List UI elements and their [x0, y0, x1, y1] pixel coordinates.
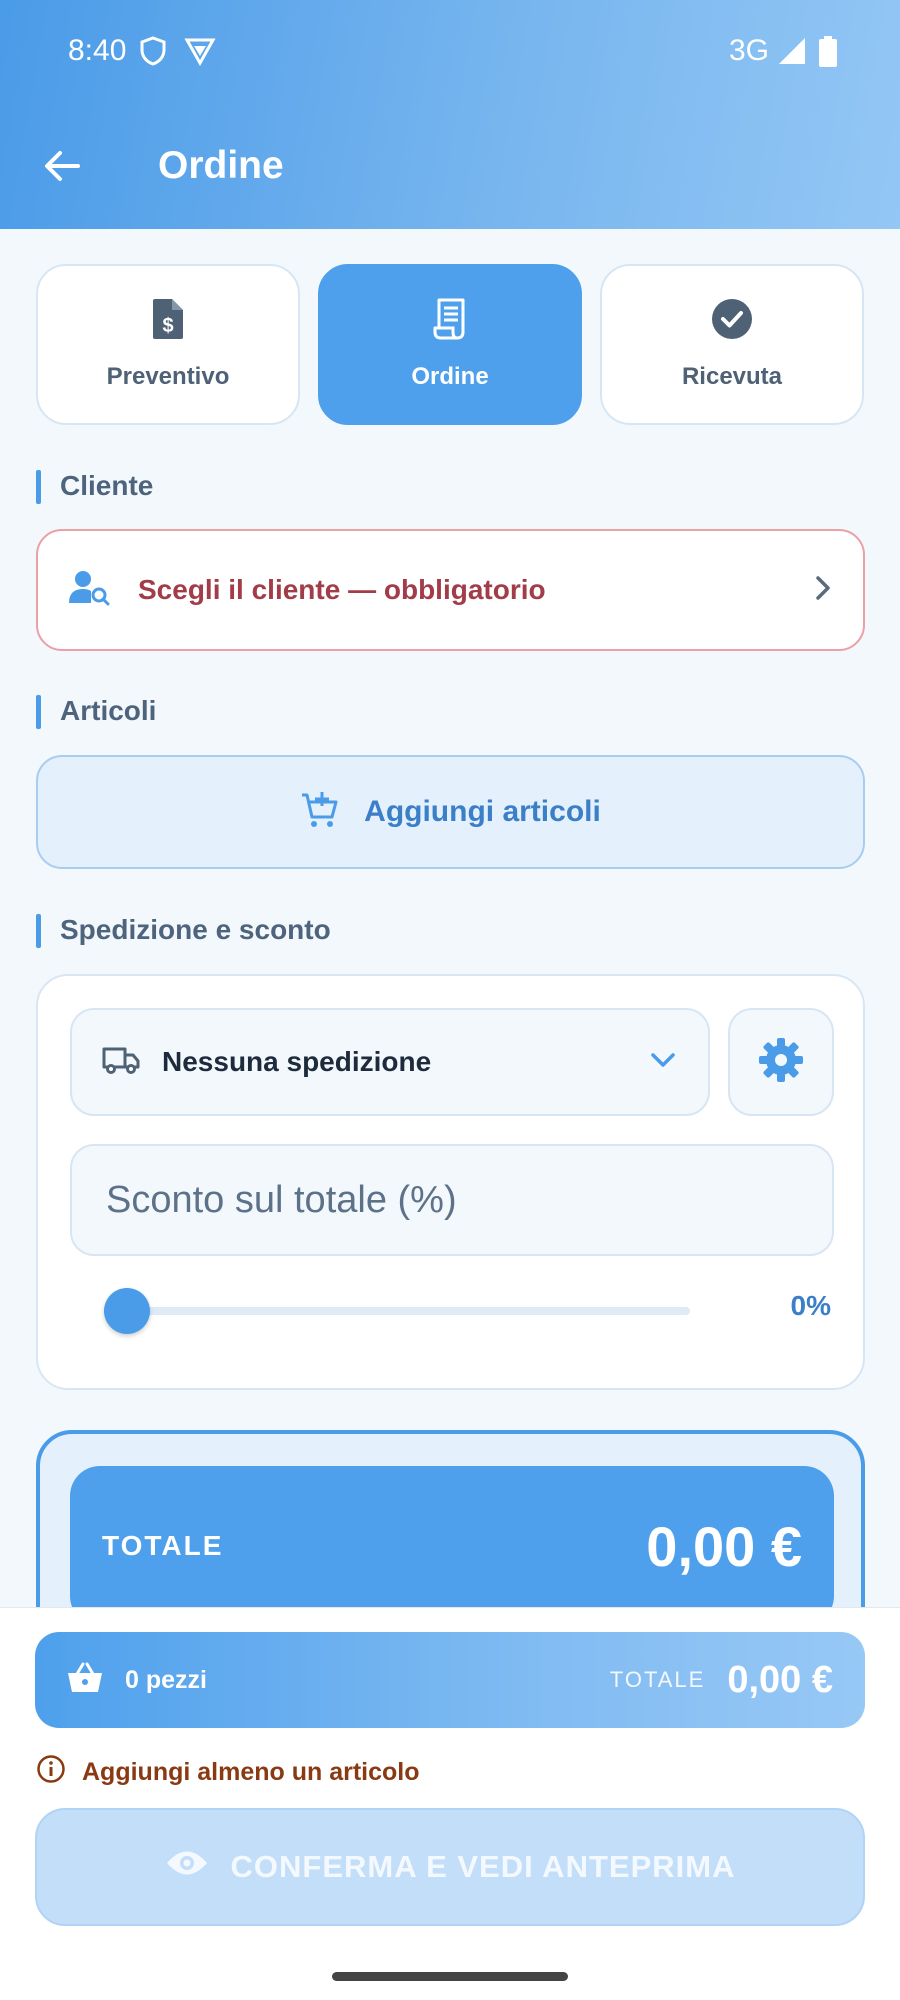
discount-slider[interactable] — [104, 1288, 690, 1334]
slider-track — [104, 1307, 690, 1315]
shipping-selected-value: Nessuna spedizione — [162, 1046, 432, 1077]
app-header: 8:40 3G Ordine — [0, 0, 900, 229]
shipping-card: Nessuna spedizione Sconto sul totale (%)… — [36, 974, 865, 1390]
tab-label: Ricevuta — [681, 363, 783, 390]
choose-client-button[interactable]: Scegli il cliente — obbligatorio — [36, 529, 865, 651]
info-icon — [36, 1754, 66, 1791]
shipping-settings-button[interactable] — [728, 1008, 834, 1116]
summary-total-value: 0,00 € — [727, 1658, 833, 1701]
add-articles-label: Aggiungi articoli — [364, 795, 601, 828]
tab-ricevuta[interactable]: Ricevuta — [600, 264, 864, 425]
discount-value: 0% — [790, 1290, 831, 1321]
chevron-down-icon — [648, 1050, 678, 1075]
signal-icon — [777, 36, 807, 71]
page-title: Ordine — [158, 144, 284, 187]
summary-total-label: TOTALE — [609, 1667, 706, 1692]
confirm-preview-button[interactable]: CONFERMA E VEDI ANTEPRIMA — [35, 1808, 865, 1926]
tab-label: Ordine — [411, 363, 489, 390]
svg-text:$: $ — [162, 315, 173, 337]
person-search-icon — [68, 569, 110, 612]
add-cart-icon — [300, 790, 340, 835]
total-panel: TOTALE 0,00 € — [70, 1466, 834, 1626]
tab-preventivo[interactable]: $ Preventivo — [36, 264, 300, 425]
section-title-spedizione: Spedizione e sconto — [36, 914, 331, 948]
total-value: 0,00 € — [646, 1514, 802, 1578]
section-title-cliente: Cliente — [36, 470, 153, 504]
slider-thumb[interactable] — [104, 1288, 150, 1334]
bottom-summary: 0 pezzi TOTALE 0,00 € Aggiungi almeno un… — [0, 1607, 900, 2000]
document-dollar-icon: $ — [150, 298, 186, 345]
home-indicator — [332, 1972, 568, 1981]
choose-client-label: Scegli il cliente — obbligatorio — [138, 574, 546, 605]
section-title-articoli: Articoli — [36, 695, 156, 729]
truck-icon — [102, 1045, 140, 1080]
receipt-icon — [432, 298, 468, 345]
shield-icon — [139, 36, 167, 71]
check-circle-icon — [711, 298, 753, 345]
status-time: 8:40 — [68, 34, 127, 67]
pieces-count: 0 pezzi — [125, 1665, 207, 1694]
eye-icon — [165, 1848, 209, 1886]
tab-ordine[interactable]: Ordine — [318, 264, 582, 425]
discount-input[interactable] — [70, 1144, 834, 1256]
summary-bar: 0 pezzi TOTALE 0,00 € — [35, 1632, 865, 1728]
chevron-right-icon — [813, 573, 833, 608]
warning-text: Aggiungi almeno un articolo — [82, 1758, 420, 1786]
back-button[interactable] — [36, 142, 88, 194]
total-label: TOTALE — [102, 1530, 224, 1561]
gear-icon — [758, 1037, 804, 1088]
confirm-label: CONFERMA E VEDI ANTEPRIMA — [230, 1849, 736, 1884]
add-articles-button[interactable]: Aggiungi articoli — [36, 755, 865, 869]
shipping-select[interactable]: Nessuna spedizione — [70, 1008, 710, 1116]
validation-warning: Aggiungi almeno un articolo — [36, 1754, 420, 1791]
tab-label: Preventivo — [106, 363, 230, 390]
arrow-left-icon — [42, 148, 82, 189]
vpn-icon — [184, 36, 216, 71]
network-type: 3G — [729, 34, 770, 67]
basket-icon — [67, 1662, 103, 1699]
battery-icon — [818, 36, 838, 73]
